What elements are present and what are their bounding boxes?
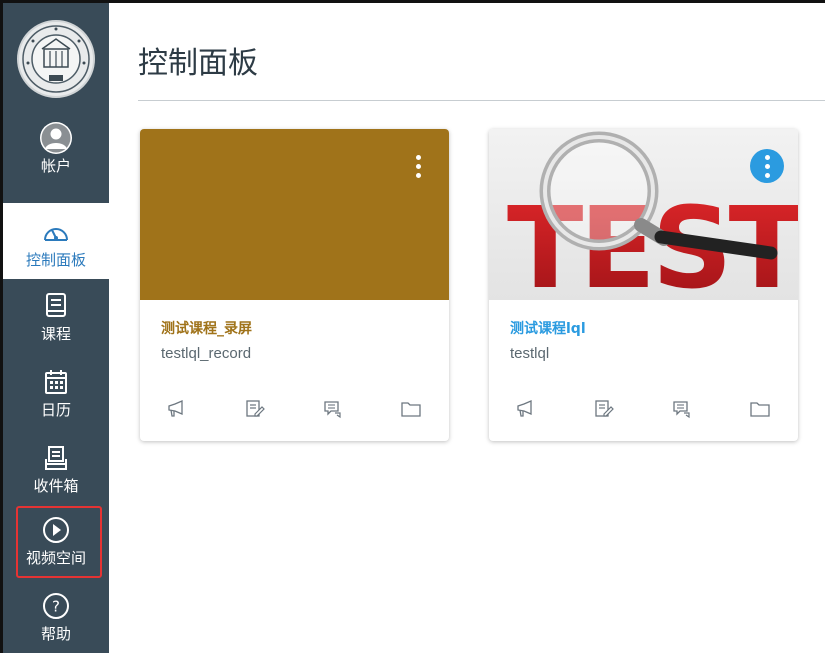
course-card-hero[interactable]: TEST [489,129,798,300]
avatar-icon [39,121,73,155]
course-card-code: testlql [510,345,550,362]
course-card-title[interactable]: 测试课程lql [510,318,586,338]
announcements-icon[interactable] [164,397,188,421]
nav-item-dashboard[interactable]: 控制面板 [3,203,109,279]
dot [764,154,770,160]
courses-icon [39,289,73,323]
course-card-code: testlql_record [161,345,252,362]
dot [764,172,770,178]
nav-item-inbox[interactable]: 收件箱 [3,441,109,495]
dot [764,163,770,169]
header-divider [138,100,825,101]
dot [415,172,421,178]
dashboard-icon [39,215,73,249]
logo[interactable] [3,3,109,115]
nav-item-label: 控制面板 [25,251,86,269]
video-space-highlight-box [16,506,102,578]
nav-item-label: 日历 [40,401,71,419]
files-icon[interactable] [748,397,772,421]
dot [415,154,421,160]
course-card-options-button[interactable] [401,149,435,183]
calendar-icon [39,365,73,399]
course-card-hero[interactable] [140,129,449,300]
inbox-icon [39,441,73,475]
test-magnifier-image: TEST [507,131,798,300]
nav-item-account[interactable]: 帐户 [3,121,109,175]
dot [415,163,421,169]
nav-item-label: 帮助 [40,625,71,643]
nav-item-help[interactable]: ? 帮助 [3,589,109,643]
assignments-icon[interactable] [243,397,267,421]
files-icon[interactable] [399,397,423,421]
course-card[interactable]: 测试课程_录屏 testlql_record [140,129,449,441]
assignments-icon[interactable] [592,397,616,421]
discussions-icon[interactable] [670,397,694,421]
nav-item-label: 帐户 [40,157,71,175]
course-card[interactable]: TEST 测试课程lql testlql [489,129,798,441]
nav-item-courses[interactable]: 课程 [3,289,109,343]
course-card-title[interactable]: 测试课程_录屏 [161,318,252,338]
course-card-options-button[interactable] [750,149,784,183]
nav-item-calendar[interactable]: 日历 [3,365,109,419]
page-title: 控制面板 [138,46,258,81]
course-card-actions [140,397,449,425]
university-seal-logo [17,20,95,98]
course-card-actions [489,397,798,425]
svg-text:?: ? [52,598,60,616]
nav-item-label: 课程 [40,325,71,343]
announcements-icon[interactable] [513,397,537,421]
help-icon: ? [39,589,73,623]
nav-item-label: 收件箱 [33,477,79,495]
discussions-icon[interactable] [321,397,345,421]
